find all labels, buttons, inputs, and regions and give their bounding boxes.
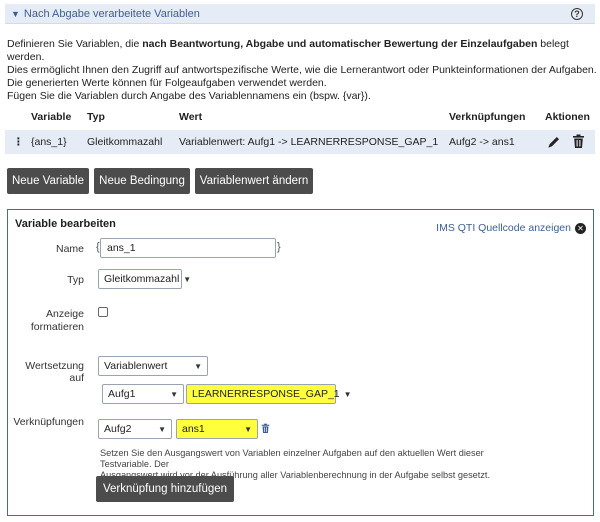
row-verknuepfungen: Aufg2 -> ans1 [449, 136, 515, 148]
link-variable-value: ans1 [182, 423, 205, 435]
chevron-down-icon: ▼ [343, 389, 352, 399]
section-title[interactable]: Nach Abgabe verarbeitete Variablen [24, 8, 200, 20]
source-response-value: LEARNERRESPONSE_GAP_1 [192, 388, 340, 400]
value-assignment-label: Wertsetzung auf [25, 360, 84, 384]
typ-label: Typ [67, 274, 84, 286]
name-label: Name [55, 243, 84, 255]
row-wert: Variablenwert: Aufg1 -> LEARNERRESPONSE_… [179, 136, 439, 148]
collapse-triangle-icon[interactable]: ▼ [11, 9, 20, 19]
format-display-checkbox[interactable] [98, 307, 108, 317]
chevron-down-icon: ▼ [183, 274, 192, 284]
intro-line1-bold: nach Beantwortung, Abgabe und automatisc… [142, 38, 538, 50]
format-display-label: Anzeige formatieren [8, 308, 84, 334]
chevron-down-icon: ▼ [170, 389, 178, 399]
variables-table-header: Variable Typ Wert Verknüpfungen Aktionen [5, 111, 595, 129]
section-header[interactable]: ▼ Nach Abgabe verarbeitete Variablen ? [5, 4, 595, 24]
intro-text: Definieren Sie Variablen, die nach Beant… [7, 38, 597, 103]
col-wert: Wert [179, 111, 203, 123]
chevron-down-icon: ▼ [194, 361, 202, 371]
link-variable-select[interactable]: ans1 ▼ [176, 419, 258, 439]
trash-icon[interactable] [261, 423, 270, 434]
intro-line2: Dies ermöglicht Ihnen den Zugriff auf an… [7, 64, 597, 76]
row-typ: Gleitkommazahl [87, 136, 163, 148]
trash-icon[interactable] [572, 134, 585, 149]
intro-line4: Fügen Sie die Variablen durch Angabe des… [7, 90, 371, 102]
col-variable: Variable [31, 111, 72, 123]
new-condition-button[interactable]: Neue Bedingung [94, 168, 190, 194]
links-help-line1: Setzen Sie den Ausgangswert von Variable… [100, 448, 484, 469]
table-row: ⋮ {ans_1} Gleitkommazahl Variablenwert: … [5, 130, 595, 154]
qti-source-link[interactable]: IMS QTI Quellcode anzeigen ✕ [436, 222, 586, 234]
intro-line3: Die generierten Werte können für Folgeau… [7, 77, 327, 89]
format-display-label-line1: Anzeige [46, 308, 84, 320]
links-label: Verknüpfungen [13, 416, 84, 428]
intro-line1-pre: Definieren Sie Variablen, die [7, 38, 143, 50]
new-variable-button[interactable]: Neue Variable [7, 168, 89, 194]
edit-pencil-icon[interactable] [547, 135, 561, 149]
col-verknuepfungen: Verknüpfungen [449, 111, 526, 123]
source-response-select[interactable]: LEARNERRESPONSE_GAP_1 ▼ [186, 384, 352, 404]
chevron-down-icon: ▼ [158, 424, 166, 434]
help-icon[interactable]: ? [571, 8, 583, 20]
name-input[interactable]: ans_1 [100, 238, 276, 258]
close-icon[interactable]: ✕ [575, 222, 586, 234]
col-typ: Typ [87, 111, 105, 123]
link-task-select[interactable]: Aufg2 ▼ [98, 419, 172, 439]
value-assignment-value: Variablenwert [104, 360, 168, 372]
source-task-select[interactable]: Aufg1 ▼ [102, 384, 184, 404]
add-link-button[interactable]: Verknüpfung hinzufügen [96, 476, 234, 502]
chevron-down-icon: ▼ [244, 424, 252, 434]
panel-title: Variable bearbeiten [15, 218, 116, 230]
format-display-label-line2: formatieren [30, 321, 84, 333]
edit-variable-panel: Variable bearbeiten IMS QTI Quellcode an… [7, 209, 594, 516]
change-variable-value-button[interactable]: Variablenwert ändern [195, 168, 313, 194]
drag-handle-icon[interactable]: ⋮ [13, 136, 23, 148]
qti-link-label[interactable]: IMS QTI Quellcode anzeigen [436, 222, 571, 234]
col-aktionen: Aktionen [545, 111, 590, 123]
brace-close: } [277, 241, 281, 253]
typ-select[interactable]: Gleitkommazahl ▼ [98, 269, 191, 289]
typ-select-value: Gleitkommazahl [104, 273, 180, 285]
value-assignment-select[interactable]: Variablenwert ▼ [98, 356, 208, 376]
source-task-value: Aufg1 [108, 388, 136, 400]
link-task-value: Aufg2 [104, 423, 132, 435]
row-variable: {ans_1} [31, 136, 67, 148]
